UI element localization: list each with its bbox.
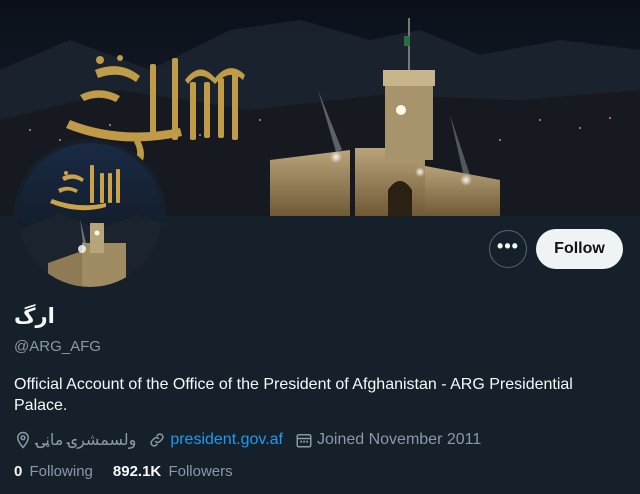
profile-counts: 0 Following 892.1K Followers xyxy=(14,463,253,480)
profile-meta-row: ولسمشرۍ ماڼۍ president.gov.af Joined Nov… xyxy=(14,429,493,451)
profile-avatar[interactable] xyxy=(14,139,166,291)
profile-location: ولسمشرۍ ماڼۍ xyxy=(14,430,136,450)
location-pin-icon xyxy=(16,431,30,449)
profile-bio: Official Account of the Office of the Pr… xyxy=(14,376,573,414)
profile-display-name: ارگ xyxy=(14,305,55,328)
profile-handle: @ARG_AFG xyxy=(14,338,101,355)
following-count-link[interactable]: 0 Following xyxy=(14,463,93,480)
avatar-palace-image xyxy=(18,143,162,287)
following-label: Following xyxy=(29,463,93,480)
link-icon xyxy=(150,433,164,447)
followers-count-link[interactable]: 892.1K Followers xyxy=(113,463,233,480)
follow-button[interactable]: Follow xyxy=(536,229,623,269)
following-count: 0 xyxy=(14,463,23,480)
followers-label: Followers xyxy=(168,463,233,480)
profile-joined-text: Joined November 2011 xyxy=(317,431,482,448)
calendar-icon xyxy=(296,434,312,448)
followers-count: 892.1K xyxy=(112,463,162,480)
profile-website-link[interactable]: president.gov.af xyxy=(170,431,283,449)
profile-location-text: ولسمشرۍ ماڼۍ xyxy=(36,432,137,449)
more-dots-icon: ••• xyxy=(497,236,519,256)
profile-joined: Joined November 2011 xyxy=(295,431,481,449)
profile-website[interactable]: president.gov.af xyxy=(148,431,283,449)
more-options-button[interactable]: ••• xyxy=(489,230,527,268)
